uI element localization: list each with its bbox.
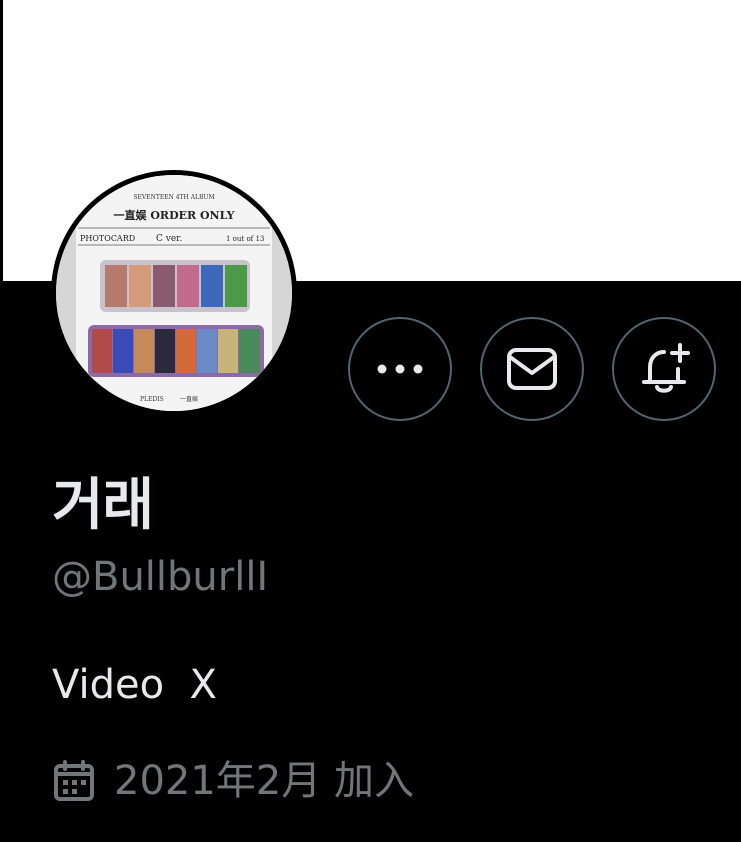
profile-avatar[interactable]: SEVENTEEN 4TH ALBUM 一直娱 ORDER ONLY PHOTO…	[51, 170, 297, 416]
calendar-icon	[54, 760, 94, 801]
avatar-title-text: 一直娱 ORDER ONLY	[114, 208, 235, 222]
avatar-header-text: SEVENTEEN 4TH ALBUM	[133, 194, 214, 201]
notify-button[interactable]	[612, 317, 716, 421]
avatar-left-label: PHOTOCARD	[80, 234, 135, 243]
banner-edge	[0, 0, 3, 281]
avatar-footer-left: PLEDIS	[140, 396, 164, 403]
message-button[interactable]	[480, 317, 584, 421]
avatar-mid-label: C ver.	[156, 234, 182, 244]
joined-date-text: 2021年2月 加入	[114, 758, 414, 804]
display-name: 거래	[52, 473, 154, 538]
profile-bio: Video X	[52, 662, 217, 708]
mail-icon	[507, 348, 557, 390]
user-handle: @BullburllI	[52, 554, 269, 600]
avatar-footer-right: 一直娱	[180, 395, 198, 403]
more-button[interactable]	[348, 317, 452, 421]
avatar-right-label: 1 out of 13	[226, 235, 264, 243]
bell-plus-icon	[642, 343, 690, 393]
joined-date-row: 2021年2月 加入	[52, 755, 414, 807]
avatar-image: SEVENTEEN 4TH ALBUM 一直娱 ORDER ONLY PHOTO…	[56, 175, 292, 411]
more-horizontal-icon	[377, 364, 423, 374]
